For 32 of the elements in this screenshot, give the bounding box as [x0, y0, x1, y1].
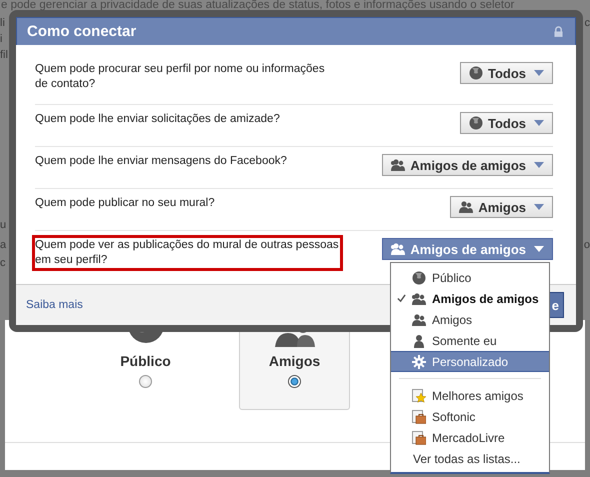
menu-item[interactable]: Personalizado — [391, 351, 549, 372]
background-text: o — [584, 238, 590, 252]
learn-more-link[interactable]: Saiba mais — [26, 299, 83, 311]
background-text: c — [0, 256, 6, 270]
menu-item[interactable]: Melhores amigos — [391, 385, 549, 406]
audience-dropdown[interactable]: Todos — [460, 112, 553, 134]
dialog-title: Como conectar — [27, 23, 136, 40]
setting-question: Quem pode procurar seu perfil por nome ou informações de contato? — [35, 62, 326, 92]
audience-dropdown[interactable]: Todos — [460, 62, 553, 84]
menu-item[interactable]: Softonic — [391, 406, 549, 427]
menu-item[interactable]: MercadoLivre — [391, 427, 549, 448]
background-text: fil — [0, 48, 8, 62]
setting-question: Quem pode publicar no seu mural? — [35, 196, 215, 211]
menu-item[interactable]: Somente eu — [391, 330, 549, 351]
audience-dropdown[interactable]: Amigos de amigos — [382, 238, 553, 260]
background-text: e pode gerenciar a privacidade de suas atualizações de status, fotos e informações usando o seletor — [1, 0, 516, 10]
menu-item[interactable]: Amigos — [391, 309, 549, 330]
background-text: u — [0, 218, 6, 232]
audience-label: Público — [120, 353, 171, 369]
audience-dropdown[interactable]: Amigos de amigos — [382, 154, 553, 176]
menu-item[interactable]: Público — [391, 267, 549, 288]
background-text: c — [584, 16, 590, 30]
menu-item[interactable]: Ver todas as listas... — [391, 448, 549, 469]
menu-item[interactable]: Amigos de amigos — [391, 288, 549, 309]
background-text: li — [0, 16, 5, 30]
setting-question: Quem pode lhe enviar solicitações de amizade? — [35, 112, 280, 127]
background-text: a — [0, 238, 6, 252]
audience-label: Amigos — [268, 353, 320, 369]
setting-question: Quem pode ver as publicações do mural de outras pessoas em seu perfil? — [35, 238, 340, 268]
setting-question: Quem pode lhe enviar mensagens do Facebook? — [35, 154, 287, 169]
background-text: i — [0, 32, 2, 46]
audience-dropdown[interactable]: Amigos — [450, 196, 553, 218]
